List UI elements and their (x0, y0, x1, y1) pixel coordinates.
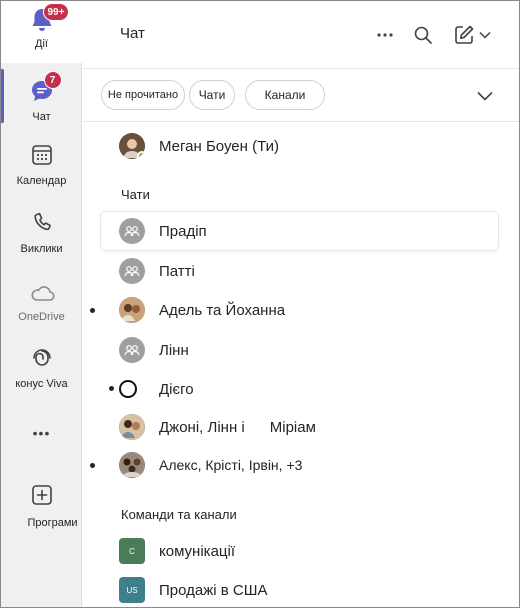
rail-viva-label: конус Viva (15, 378, 68, 390)
avatar (119, 452, 145, 478)
chat-name: Дієго (159, 380, 194, 398)
unread-indicator (90, 463, 95, 468)
calendar-icon (28, 141, 56, 169)
team-row-us-sales[interactable]: US Продажі в США (101, 571, 498, 608)
team-initials: US (126, 585, 138, 595)
chat-list: Меган Боуен (Ти) Чати Прадіп Патті Адель… (83, 123, 519, 607)
rail-calls[interactable]: Виклики (1, 207, 82, 269)
filter-bar: Не прочитано Чати Канали (83, 70, 519, 122)
filter-unread[interactable]: Не прочитано (101, 80, 185, 110)
chat-badge: 7 (43, 71, 62, 89)
chat-row-johnny-lynne-miriam[interactable]: Джоні, Лінн і Міріам (101, 408, 498, 446)
rail-apps-label: Програми (27, 517, 78, 529)
team-row-communications[interactable]: C комунікації (101, 532, 498, 570)
page-title: Чат (120, 25, 145, 42)
team-name: Продажі в США (159, 581, 268, 599)
cloud-icon (28, 279, 56, 307)
avatar-placeholder-icon (119, 380, 137, 398)
rail-activity[interactable]: 99+ Дії (1, 1, 82, 63)
chat-name: Джоні, Лінн і Міріам (159, 418, 316, 436)
more-options-button[interactable] (371, 21, 399, 49)
self-name: Меган Боуен (Ти) (159, 137, 279, 155)
rail-apps[interactable]: Програми (1, 481, 82, 543)
rail-calendar[interactable]: Календар (1, 139, 82, 201)
self-chat-row[interactable]: Меган Боуен (Ти) (101, 127, 498, 165)
chat-header: Чат (83, 1, 519, 69)
viva-icon (28, 344, 56, 372)
rail-chat[interactable]: 7 Чат (1, 65, 82, 127)
activity-badge: 99+ (42, 3, 70, 21)
chat-name: Адель та Йоханна (159, 301, 286, 319)
phone-icon (28, 209, 56, 237)
search-button[interactable] (409, 21, 437, 49)
rail-viva[interactable]: конус Viva (1, 344, 82, 406)
search-icon (414, 26, 432, 44)
avatar (119, 133, 145, 159)
new-chat-button[interactable] (447, 21, 497, 49)
available-status-icon (137, 151, 145, 159)
chat-row-patti[interactable]: Патті (101, 252, 498, 290)
chat-name: Лінн (159, 341, 189, 359)
chat-icon: 7 (28, 71, 62, 105)
group-icon (119, 337, 145, 363)
chevron-down-icon (477, 91, 493, 101)
app-rail: 99+ Дії 7 Чат Календар Виклики OneDrive … (1, 1, 82, 607)
rail-activity-label: Дії (35, 38, 48, 50)
team-avatar: C (119, 538, 145, 564)
compose-icon (455, 25, 474, 44)
chat-name: Прадіп (159, 222, 207, 240)
chats-section-header: Чати (121, 187, 150, 202)
chat-row-lynne[interactable]: Лінн (101, 331, 498, 369)
more-icon: ••• (32, 425, 51, 441)
chat-row-diego[interactable]: Дієго (101, 370, 498, 408)
rail-calls-label: Виклики (20, 243, 63, 255)
ellipsis-icon (377, 33, 393, 37)
rail-more[interactable]: ••• (1, 421, 82, 451)
bell-icon: 99+ (28, 3, 70, 34)
group-icon (119, 218, 145, 244)
group-icon (119, 258, 145, 284)
rail-calendar-label: Календар (16, 175, 67, 187)
avatar (119, 297, 145, 323)
chat-name: Патті (159, 262, 195, 280)
rail-onedrive-label: OneDrive (18, 311, 65, 323)
unread-indicator (90, 308, 95, 313)
rail-chat-label: Чат (32, 111, 51, 123)
avatar (119, 414, 145, 440)
filter-chats[interactable]: Чати (189, 80, 235, 110)
team-name: комунікації (159, 542, 235, 560)
team-avatar: US (119, 577, 145, 603)
teams-section-header: Команди та канали (121, 507, 237, 522)
filter-channels[interactable]: Канали (245, 80, 325, 110)
rail-onedrive[interactable]: OneDrive (1, 279, 82, 341)
chat-row-pradeep[interactable]: Прадіп (101, 212, 498, 250)
chat-row-alex-group[interactable]: Алекс, Крісті, Ірвін, +3 (101, 446, 498, 484)
add-app-icon (28, 481, 56, 509)
chat-row-adele-johanna[interactable]: Адель та Йоханна (101, 291, 498, 329)
expand-filters-button[interactable] (471, 82, 499, 110)
team-initials: C (129, 546, 135, 556)
chevron-down-icon (479, 31, 491, 39)
chat-name: Алекс, Крісті, Ірвін, +3 (159, 457, 303, 473)
